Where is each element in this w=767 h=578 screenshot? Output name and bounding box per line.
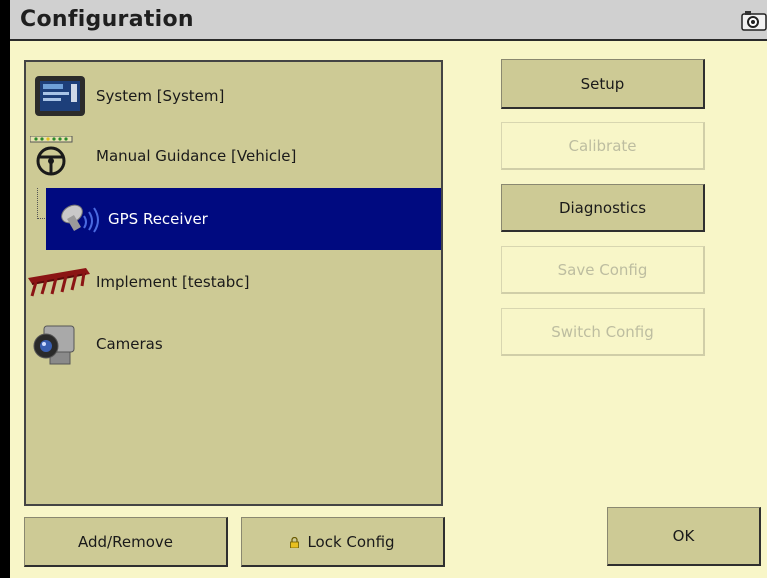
title-bar: Configuration: [10, 0, 767, 41]
lock-config-button[interactable]: Lock Config: [241, 517, 445, 567]
tree-item-label: System [System]: [96, 87, 225, 105]
tree-item-cameras[interactable]: Cameras: [26, 314, 441, 374]
diagnostics-button[interactable]: Diagnostics: [501, 184, 705, 232]
lock-icon: [290, 537, 300, 548]
tree-item-system[interactable]: System [System]: [26, 66, 441, 126]
save-config-button[interactable]: Save Config: [501, 246, 705, 294]
calibrate-button[interactable]: Calibrate: [501, 122, 705, 170]
configuration-tree[interactable]: System [System] Manual Guidance [Vehicle…: [24, 60, 443, 506]
tree-item-label: GPS Receiver: [108, 210, 208, 228]
tree-item-label: Implement [testabc]: [96, 273, 250, 291]
display-terminal-icon: [35, 76, 85, 116]
tree-item-implement[interactable]: Implement [testabc]: [26, 252, 441, 312]
setup-button[interactable]: Setup: [501, 59, 705, 109]
lock-config-label: Lock Config: [307, 532, 395, 551]
implement-plow-icon: [28, 268, 90, 297]
tree-item-label: Cameras: [96, 335, 163, 353]
configuration-window: Configuration System [System] Manual Gui…: [10, 0, 767, 578]
tree-item-gps-receiver[interactable]: GPS Receiver: [46, 188, 441, 250]
tree-item-manual-guidance[interactable]: Manual Guidance [Vehicle]: [26, 126, 441, 186]
ok-button[interactable]: OK: [607, 507, 761, 566]
tree-item-label: Manual Guidance [Vehicle]: [96, 147, 297, 165]
steering-wheel-icon: [30, 136, 73, 176]
screenshot-camera-icon[interactable]: [741, 9, 767, 31]
add-remove-button[interactable]: Add/Remove: [24, 517, 228, 567]
switch-config-button[interactable]: Switch Config: [501, 308, 705, 356]
window-title: Configuration: [20, 7, 194, 32]
camera-icon: [33, 325, 75, 365]
gps-antenna-icon: [61, 204, 99, 233]
